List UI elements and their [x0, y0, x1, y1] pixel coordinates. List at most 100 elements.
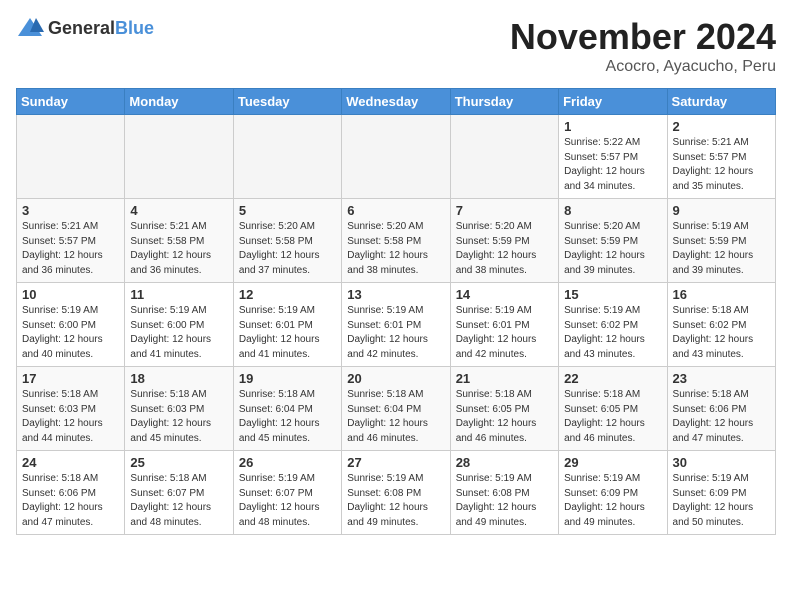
weekday-header: Saturday — [667, 89, 775, 115]
calendar-day-cell: 17 Sunrise: 5:18 AMSunset: 6:03 PMDayligh… — [17, 367, 125, 451]
day-number: 26 — [239, 455, 336, 470]
day-number: 1 — [564, 119, 661, 134]
day-number: 27 — [347, 455, 444, 470]
calendar-day-cell: 29 Sunrise: 5:19 AMSunset: 6:09 PMDayligh… — [559, 451, 667, 535]
calendar-week-row: 10 Sunrise: 5:19 AMSunset: 6:00 PMDayligh… — [17, 283, 776, 367]
day-info: Sunrise: 5:21 AMSunset: 5:57 PMDaylight:… — [22, 220, 119, 278]
day-number: 22 — [564, 371, 661, 386]
day-info: Sunrise: 5:19 AMSunset: 6:09 PMDaylight:… — [673, 472, 770, 530]
day-number: 24 — [22, 455, 119, 470]
logo: GeneralBlue — [16, 16, 154, 40]
title-area: November 2024 Acocro, Ayacucho, Peru — [510, 16, 776, 76]
calendar-day-cell: 19 Sunrise: 5:18 AMSunset: 6:04 PMDayligh… — [233, 367, 341, 451]
day-info: Sunrise: 5:19 AMSunset: 6:01 PMDaylight:… — [456, 304, 553, 362]
day-info: Sunrise: 5:18 AMSunset: 6:06 PMDaylight:… — [22, 472, 119, 530]
calendar-day-cell: 6 Sunrise: 5:20 AMSunset: 5:58 PMDaylight… — [342, 199, 450, 283]
day-info: Sunrise: 5:20 AMSunset: 5:58 PMDaylight:… — [347, 220, 444, 278]
weekday-header: Sunday — [17, 89, 125, 115]
day-info: Sunrise: 5:21 AMSunset: 5:58 PMDaylight:… — [130, 220, 227, 278]
day-number: 29 — [564, 455, 661, 470]
calendar-day-cell: 8Sunrise: 5:20 AMSunset: 5:59 PMDaylight… — [559, 199, 667, 283]
day-info: Sunrise: 5:18 AMSunset: 6:03 PMDaylight:… — [130, 388, 227, 446]
calendar-week-row: 24 Sunrise: 5:18 AMSunset: 6:06 PMDayligh… — [17, 451, 776, 535]
day-number: 17 — [22, 371, 119, 386]
day-info: Sunrise: 5:20 AMSunset: 5:58 PMDaylight:… — [239, 220, 336, 278]
calendar-day-cell: 26 Sunrise: 5:19 AMSunset: 6:07 PMDayligh… — [233, 451, 341, 535]
day-number: 30 — [673, 455, 770, 470]
calendar-day-cell: 28 Sunrise: 5:19 AMSunset: 6:08 PMDayligh… — [450, 451, 558, 535]
calendar-day-cell: 1 Sunrise: 5:22 AMSunset: 5:57 PMDaylight… — [559, 115, 667, 199]
weekday-header: Monday — [125, 89, 233, 115]
day-number: 19 — [239, 371, 336, 386]
day-info: Sunrise: 5:19 AMSunset: 6:09 PMDaylight:… — [564, 472, 661, 530]
day-number: 10 — [22, 287, 119, 302]
logo-general: General — [48, 18, 115, 38]
calendar-day-cell — [233, 115, 341, 199]
day-info: Sunrise: 5:19 AMSunset: 5:59 PMDaylight:… — [673, 220, 770, 278]
calendar-day-cell: 7 Sunrise: 5:20 AMSunset: 5:59 PMDaylight… — [450, 199, 558, 283]
calendar-day-cell: 12Sunrise: 5:19 AMSunset: 6:01 PMDayligh… — [233, 283, 341, 367]
calendar-day-cell: 14 Sunrise: 5:19 AMSunset: 6:01 PMDayligh… — [450, 283, 558, 367]
day-number: 4 — [130, 203, 227, 218]
day-info: Sunrise: 5:18 AMSunset: 6:04 PMDaylight:… — [239, 388, 336, 446]
calendar-day-cell: 21 Sunrise: 5:18 AMSunset: 6:05 PMDayligh… — [450, 367, 558, 451]
calendar-week-row: 3 Sunrise: 5:21 AMSunset: 5:57 PMDaylight… — [17, 199, 776, 283]
day-number: 20 — [347, 371, 444, 386]
day-number: 3 — [22, 203, 119, 218]
day-number: 16 — [673, 287, 770, 302]
location-title: Acocro, Ayacucho, Peru — [510, 58, 776, 76]
day-info: Sunrise: 5:19 AMSunset: 6:08 PMDaylight:… — [456, 472, 553, 530]
calendar-day-cell: 25 Sunrise: 5:18 AMSunset: 6:07 PMDayligh… — [125, 451, 233, 535]
weekday-header-row: SundayMondayTuesdayWednesdayThursdayFrid… — [17, 89, 776, 115]
day-number: 7 — [456, 203, 553, 218]
weekday-header: Wednesday — [342, 89, 450, 115]
day-info: Sunrise: 5:19 AMSunset: 6:00 PMDaylight:… — [130, 304, 227, 362]
day-number: 23 — [673, 371, 770, 386]
day-number: 21 — [456, 371, 553, 386]
weekday-header: Tuesday — [233, 89, 341, 115]
day-number: 13 — [347, 287, 444, 302]
day-info: Sunrise: 5:18 AMSunset: 6:07 PMDaylight:… — [130, 472, 227, 530]
day-info: Sunrise: 5:18 AMSunset: 6:04 PMDaylight:… — [347, 388, 444, 446]
day-number: 14 — [456, 287, 553, 302]
calendar-day-cell: 20 Sunrise: 5:18 AMSunset: 6:04 PMDayligh… — [342, 367, 450, 451]
header: GeneralBlue November 2024 Acocro, Ayacuc… — [16, 16, 776, 76]
day-info: Sunrise: 5:19 AMSunset: 6:07 PMDaylight:… — [239, 472, 336, 530]
day-info: Sunrise: 5:19 AMSunset: 6:02 PMDaylight:… — [564, 304, 661, 362]
day-info: Sunrise: 5:20 AMSunset: 5:59 PMDaylight:… — [456, 220, 553, 278]
calendar-day-cell: 13Sunrise: 5:19 AMSunset: 6:01 PMDayligh… — [342, 283, 450, 367]
weekday-header: Thursday — [450, 89, 558, 115]
day-info: Sunrise: 5:18 AMSunset: 6:03 PMDaylight:… — [22, 388, 119, 446]
calendar-day-cell: 27Sunrise: 5:19 AMSunset: 6:08 PMDayligh… — [342, 451, 450, 535]
day-info: Sunrise: 5:18 AMSunset: 6:06 PMDaylight:… — [673, 388, 770, 446]
calendar-day-cell: 9 Sunrise: 5:19 AMSunset: 5:59 PMDaylight… — [667, 199, 775, 283]
day-info: Sunrise: 5:19 AMSunset: 6:01 PMDaylight:… — [239, 304, 336, 362]
day-number: 9 — [673, 203, 770, 218]
day-number: 5 — [239, 203, 336, 218]
day-number: 18 — [130, 371, 227, 386]
day-info: Sunrise: 5:18 AMSunset: 6:05 PMDaylight:… — [564, 388, 661, 446]
logo-icon — [16, 16, 44, 40]
day-number: 2 — [673, 119, 770, 134]
logo-blue: Blue — [115, 18, 154, 38]
calendar-day-cell: 22 Sunrise: 5:18 AMSunset: 6:05 PMDayligh… — [559, 367, 667, 451]
calendar-day-cell: 24 Sunrise: 5:18 AMSunset: 6:06 PMDayligh… — [17, 451, 125, 535]
calendar-body: 1 Sunrise: 5:22 AMSunset: 5:57 PMDaylight… — [17, 115, 776, 535]
weekday-header: Friday — [559, 89, 667, 115]
calendar-table: SundayMondayTuesdayWednesdayThursdayFrid… — [16, 88, 776, 535]
calendar-day-cell: 16 Sunrise: 5:18 AMSunset: 6:02 PMDayligh… — [667, 283, 775, 367]
calendar-day-cell: 18 Sunrise: 5:18 AMSunset: 6:03 PMDayligh… — [125, 367, 233, 451]
calendar-day-cell: 2Sunrise: 5:21 AMSunset: 5:57 PMDaylight… — [667, 115, 775, 199]
day-info: Sunrise: 5:18 AMSunset: 6:02 PMDaylight:… — [673, 304, 770, 362]
day-number: 15 — [564, 287, 661, 302]
day-number: 6 — [347, 203, 444, 218]
calendar-day-cell: 5 Sunrise: 5:20 AMSunset: 5:58 PMDaylight… — [233, 199, 341, 283]
day-number: 28 — [456, 455, 553, 470]
calendar-day-cell — [125, 115, 233, 199]
day-info: Sunrise: 5:18 AMSunset: 6:05 PMDaylight:… — [456, 388, 553, 446]
month-title: November 2024 — [510, 16, 776, 58]
calendar-day-cell: 11Sunrise: 5:19 AMSunset: 6:00 PMDayligh… — [125, 283, 233, 367]
day-info: Sunrise: 5:22 AMSunset: 5:57 PMDaylight:… — [564, 136, 661, 194]
calendar-week-row: 1 Sunrise: 5:22 AMSunset: 5:57 PMDaylight… — [17, 115, 776, 199]
day-number: 25 — [130, 455, 227, 470]
